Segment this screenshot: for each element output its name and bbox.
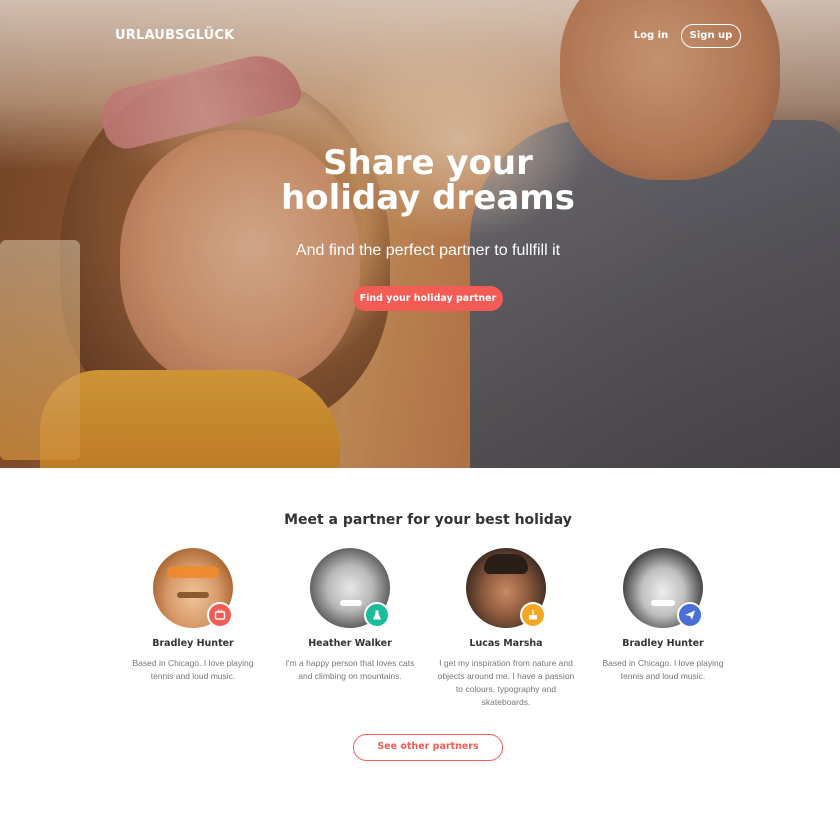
brand-logo[interactable]: URLAUBSGLÜCK — [115, 28, 234, 43]
hero-title-line1: Share your — [323, 143, 533, 183]
find-partner-button[interactable]: Find your holiday partner — [353, 286, 503, 311]
hero-overlay — [0, 0, 840, 468]
partner-card[interactable]: Heather Walker I'm a happy person that l… — [275, 548, 425, 683]
partner-bio: I get my inspiration from nature and obj… — [437, 658, 575, 707]
hero-section — [0, 0, 840, 468]
hero-title-line2: holiday dreams — [281, 178, 575, 218]
hero-subtitle: And find the perfect partner to fullfill… — [295, 242, 561, 259]
badge — [520, 602, 546, 628]
flask-icon — [373, 610, 381, 620]
partner-name: Heather Walker — [308, 638, 392, 649]
partner-card[interactable]: Bradley Hunter Based in Chicago. I love … — [118, 548, 268, 683]
partner-bio: Based in Chicago. I love playing tennis … — [132, 658, 254, 681]
login-link[interactable]: Log in — [626, 29, 676, 43]
signup-button[interactable]: Sign up — [681, 24, 741, 48]
partners-title: Meet a partner for your best holiday — [284, 512, 572, 528]
cake-icon — [529, 609, 537, 620]
badge — [364, 602, 390, 628]
partner-bio: I'm a happy person that loves cats and c… — [285, 658, 415, 681]
partner-name: Lucas Marsha — [469, 638, 543, 649]
hero-title: Share your holiday dreams — [220, 146, 636, 216]
partner-card[interactable]: Lucas Marsha I get my inspiration from n… — [431, 548, 581, 709]
see-other-partners-button[interactable]: See other partners — [353, 734, 503, 761]
partner-name: Bradley Hunter — [622, 638, 704, 649]
badge — [677, 602, 703, 628]
partner-bio: Based in Chicago. I love playing tennis … — [602, 658, 724, 681]
partner-card[interactable]: Bradley Hunter Based in Chicago. I love … — [588, 548, 738, 683]
tv-icon — [214, 609, 226, 620]
partner-name: Bradley Hunter — [152, 638, 234, 649]
badge — [207, 602, 233, 628]
paper-plane-icon — [685, 610, 695, 620]
